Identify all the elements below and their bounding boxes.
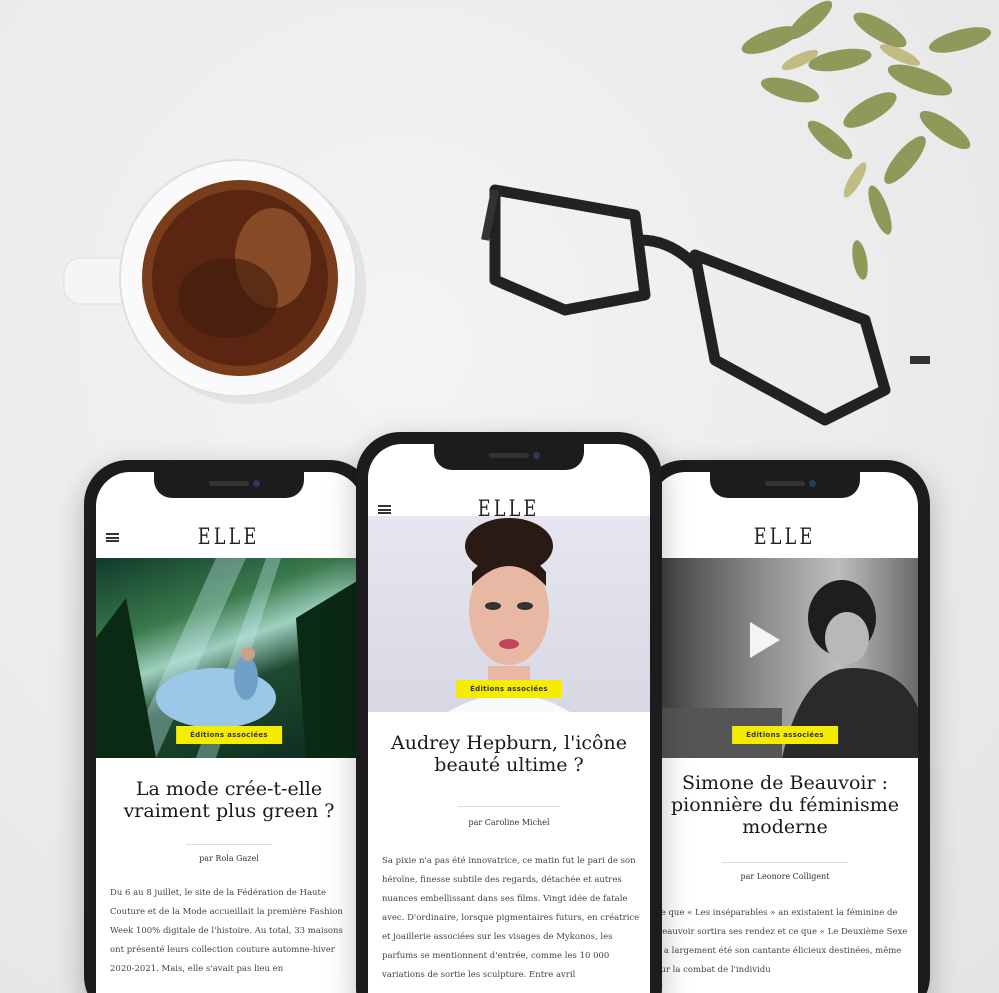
divider bbox=[722, 862, 848, 863]
phone-notch bbox=[434, 444, 584, 470]
brand-logo[interactable]: ELLE bbox=[754, 525, 816, 550]
article-author: par Caroline Michel bbox=[468, 818, 550, 827]
phone-center: ELLE Éditions associées Audrey Hepburn, … bbox=[356, 432, 662, 993]
menu-icon[interactable] bbox=[106, 532, 119, 542]
phone-right: ELLE Éditions associées Simone de Beauvo… bbox=[640, 460, 930, 993]
article-title[interactable]: La mode crée-t-elle vraiment plus green … bbox=[104, 778, 354, 822]
hero-image: Éditions associées bbox=[652, 558, 918, 758]
phone-left-screen: ELLE Éditions associées La mode crée-t-e… bbox=[96, 472, 362, 993]
phone-notch bbox=[710, 472, 860, 498]
article-body: Du 6 au 8 juillet, le site de la Fédérat… bbox=[110, 888, 343, 974]
phone-left: ELLE Éditions associées La mode crée-t-e… bbox=[84, 460, 374, 993]
article-author: par Leonore Colligent bbox=[740, 872, 830, 881]
badge[interactable]: Éditions associées bbox=[732, 726, 838, 744]
article-body: Sa pixie n'a pas été innovatrice, ce mat… bbox=[382, 856, 640, 980]
nav-bar: ELLE bbox=[652, 522, 918, 552]
coffee-cup bbox=[63, 159, 366, 404]
phone-right-screen: ELLE Éditions associées Simone de Beauvo… bbox=[652, 472, 918, 993]
article-author: par Rola Gazel bbox=[199, 854, 259, 863]
nav-bar: ELLE bbox=[96, 522, 362, 552]
desk-scene: ELLE Éditions associées La mode crée-t-e… bbox=[0, 0, 999, 993]
hero-image: Éditions associées bbox=[96, 558, 362, 758]
brand-logo[interactable]: ELLE bbox=[198, 525, 260, 550]
eyeglasses bbox=[481, 184, 930, 426]
menu-icon[interactable] bbox=[378, 504, 391, 514]
phone-notch bbox=[154, 472, 304, 498]
phone-center-screen: ELLE Éditions associées Audrey Hepburn, … bbox=[368, 444, 650, 993]
badge[interactable]: Éditions associées bbox=[176, 726, 282, 744]
article-title[interactable]: Simone de Beauvoir : pionnière du fémini… bbox=[660, 772, 910, 838]
hero-image: Éditions associées bbox=[368, 516, 650, 712]
divider bbox=[186, 844, 272, 845]
divider bbox=[458, 806, 560, 807]
badge[interactable]: Éditions associées bbox=[456, 680, 562, 698]
article-body: ce que « Les inséparables » an existaien… bbox=[656, 908, 908, 975]
play-icon[interactable] bbox=[740, 618, 784, 662]
article-title[interactable]: Audrey Hepburn, l'icône beauté ultime ? bbox=[376, 732, 642, 776]
